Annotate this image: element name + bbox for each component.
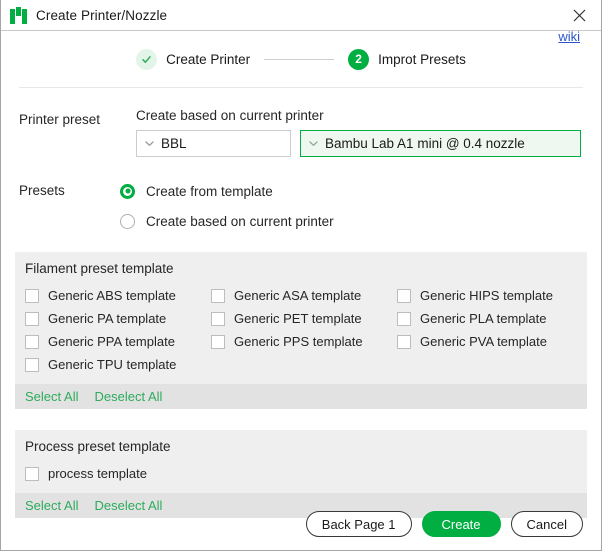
checkbox-icon	[211, 334, 225, 349]
header-divider	[19, 87, 583, 88]
radio-create-from-template[interactable]: Create from template	[120, 178, 601, 204]
checkbox-item[interactable]: Generic PA template	[25, 307, 211, 330]
step-import-presets[interactable]: 2 Improt Presets	[348, 48, 466, 70]
checkbox-label: Generic PLA template	[420, 311, 547, 326]
checkbox-icon	[397, 334, 411, 349]
process-panel-title: Process preset template	[25, 439, 171, 454]
stepper-connector	[264, 58, 335, 60]
checkbox-icon	[25, 334, 39, 349]
checkbox-icon	[25, 357, 39, 372]
radio-icon	[120, 183, 135, 199]
checkbox-icon	[211, 311, 225, 326]
filament-preset-panel: Filament preset template Generic ABS tem…	[15, 252, 587, 409]
check-icon	[136, 48, 158, 70]
filament-panel-title: Filament preset template	[25, 261, 174, 276]
printer-preset-caption: Create based on current printer	[136, 108, 324, 123]
checkbox-icon	[25, 311, 39, 326]
checkbox-label: Generic ABS template	[48, 288, 176, 303]
checkbox-label: Generic PPS template	[234, 334, 363, 349]
printer-preset-label: Printer preset	[19, 112, 101, 127]
step-number-badge: 2	[348, 48, 370, 70]
step-create-printer[interactable]: Create Printer	[136, 48, 251, 70]
printer-model-select-value: Bambu Lab A1 mini @ 0.4 nozzle	[325, 136, 525, 151]
filament-select-all-link[interactable]: Select All	[25, 389, 78, 404]
checkbox-item[interactable]: Generic PET template	[211, 307, 397, 330]
checkbox-icon	[397, 311, 411, 326]
radio-label: Create based on current printer	[146, 213, 334, 229]
filament-panel-actions: Select All Deselect All	[15, 384, 587, 409]
process-template-list: process template	[15, 462, 587, 493]
process-deselect-all-link[interactable]: Deselect All	[94, 498, 162, 513]
process-preset-panel: Process preset template process template…	[15, 430, 587, 518]
chevron-down-icon	[308, 138, 319, 149]
checkbox-item[interactable]: Generic ASA template	[211, 284, 397, 307]
chevron-down-icon	[144, 138, 155, 149]
close-icon[interactable]	[557, 0, 601, 30]
bambu-logo-icon	[10, 6, 27, 24]
checkbox-item[interactable]: Generic PPS template	[211, 330, 397, 353]
create-button[interactable]: Create	[421, 511, 501, 537]
step-label: Create Printer	[166, 51, 251, 67]
checkbox-item[interactable]: Generic PVA template	[397, 330, 583, 353]
radio-icon	[120, 213, 135, 229]
checkbox-label: Generic HIPS template	[420, 288, 553, 303]
checkbox-item[interactable]: Generic TPU template	[25, 353, 211, 376]
create-printer-dialog: Create Printer/Nozzle Create Printer 2 I…	[0, 0, 602, 551]
printer-model-select[interactable]: Bambu Lab A1 mini @ 0.4 nozzle	[300, 130, 581, 157]
checkbox-icon	[25, 466, 39, 481]
checkbox-item[interactable]: process template	[25, 462, 587, 485]
vendor-select-value: BBL	[161, 136, 187, 151]
vendor-select[interactable]: BBL	[136, 130, 291, 157]
checkbox-label: Generic PPA template	[48, 334, 175, 349]
checkbox-item[interactable]: Generic PPA template	[25, 330, 211, 353]
printer-preset-row: Printer preset Create based on current p…	[1, 108, 601, 157]
filament-template-list: Generic ABS template Generic ASA templat…	[15, 284, 587, 384]
wizard-stepper: Create Printer 2 Improt Presets wiki	[1, 29, 601, 87]
checkbox-item[interactable]: Generic PLA template	[397, 307, 583, 330]
wiki-link[interactable]: wiki	[558, 29, 580, 44]
process-select-all-link[interactable]: Select All	[25, 498, 78, 513]
checkbox-label: Generic PVA template	[420, 334, 547, 349]
checkbox-label: Generic ASA template	[234, 288, 362, 303]
presets-row: Presets Create from template Create base…	[1, 179, 601, 234]
step-label: Improt Presets	[378, 51, 466, 67]
checkbox-label: Generic PA template	[48, 311, 167, 326]
back-page-button[interactable]: Back Page 1	[305, 511, 412, 537]
dialog-footer: Back Page 1 Create Cancel	[305, 511, 583, 537]
radio-create-based-on-current-printer[interactable]: Create based on current printer	[120, 208, 601, 234]
checkbox-icon	[211, 288, 225, 303]
radio-label: Create from template	[146, 183, 273, 199]
checkbox-icon	[397, 288, 411, 303]
checkbox-item[interactable]: Generic ABS template	[25, 284, 211, 307]
title-bar: Create Printer/Nozzle	[1, 0, 601, 31]
checkbox-icon	[25, 288, 39, 303]
filament-deselect-all-link[interactable]: Deselect All	[94, 389, 162, 404]
window-title: Create Printer/Nozzle	[36, 7, 168, 23]
cancel-button[interactable]: Cancel	[510, 511, 583, 537]
checkbox-label: Generic PET template	[234, 311, 362, 326]
checkbox-item[interactable]: Generic HIPS template	[397, 284, 583, 307]
presets-label: Presets	[19, 183, 65, 198]
checkbox-label: Generic TPU template	[48, 357, 177, 372]
checkbox-label: process template	[48, 466, 147, 481]
